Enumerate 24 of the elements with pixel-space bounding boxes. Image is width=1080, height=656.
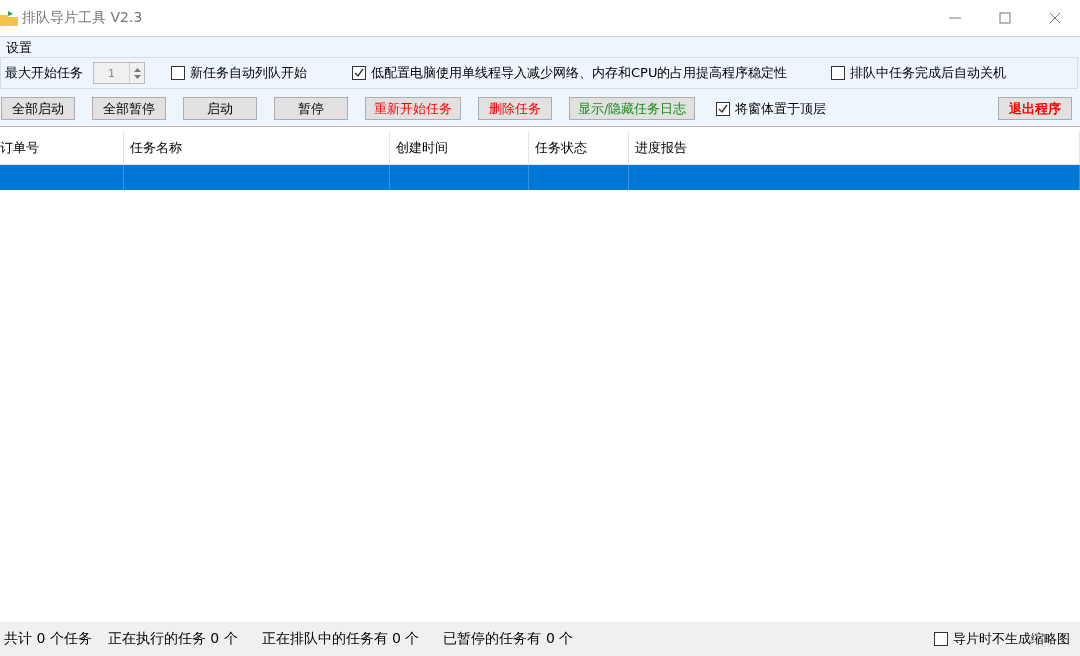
checkbox[interactable] — [171, 66, 185, 80]
status-text: 已暂停的任务有 0 个 — [443, 630, 574, 648]
down-arrow-icon[interactable] — [133, 74, 141, 79]
toolbar-button[interactable]: 暂停 — [274, 97, 348, 120]
status-text: 正在排队中的任务有 0 个 — [261, 630, 420, 648]
toolbar-button[interactable]: 启动 — [183, 97, 257, 120]
status-text: 正在执行的任务 0 个 — [107, 630, 238, 648]
checkbox[interactable] — [831, 66, 846, 80]
up-arrow-icon[interactable] — [133, 67, 141, 72]
close-icon[interactable] — [1049, 12, 1061, 24]
group-title: 设置 — [6, 39, 33, 57]
maximize-icon[interactable] — [999, 12, 1011, 24]
window-title: 排队导片工具 V2.3 — [22, 9, 144, 27]
toolbar-button[interactable]: 全部启动 — [1, 97, 75, 120]
checkbox[interactable] — [352, 66, 366, 80]
topmost-checkbox[interactable]: 将窗体置于顶层 — [716, 99, 827, 118]
checkbox[interactable] — [934, 632, 948, 646]
max-tasks-label: 最大开始任务 — [5, 64, 83, 82]
checkbox[interactable] — [716, 101, 731, 116]
toolbar-button[interactable]: 全部暂停 — [92, 97, 166, 120]
folder-icon — [0, 10, 18, 26]
topmost-label: 将窗体置于顶层 — [735, 99, 827, 118]
toolbar-button[interactable]: 显示/隐藏任务日志 — [569, 97, 696, 120]
status-text: 共计 0 个任务 — [4, 630, 92, 648]
